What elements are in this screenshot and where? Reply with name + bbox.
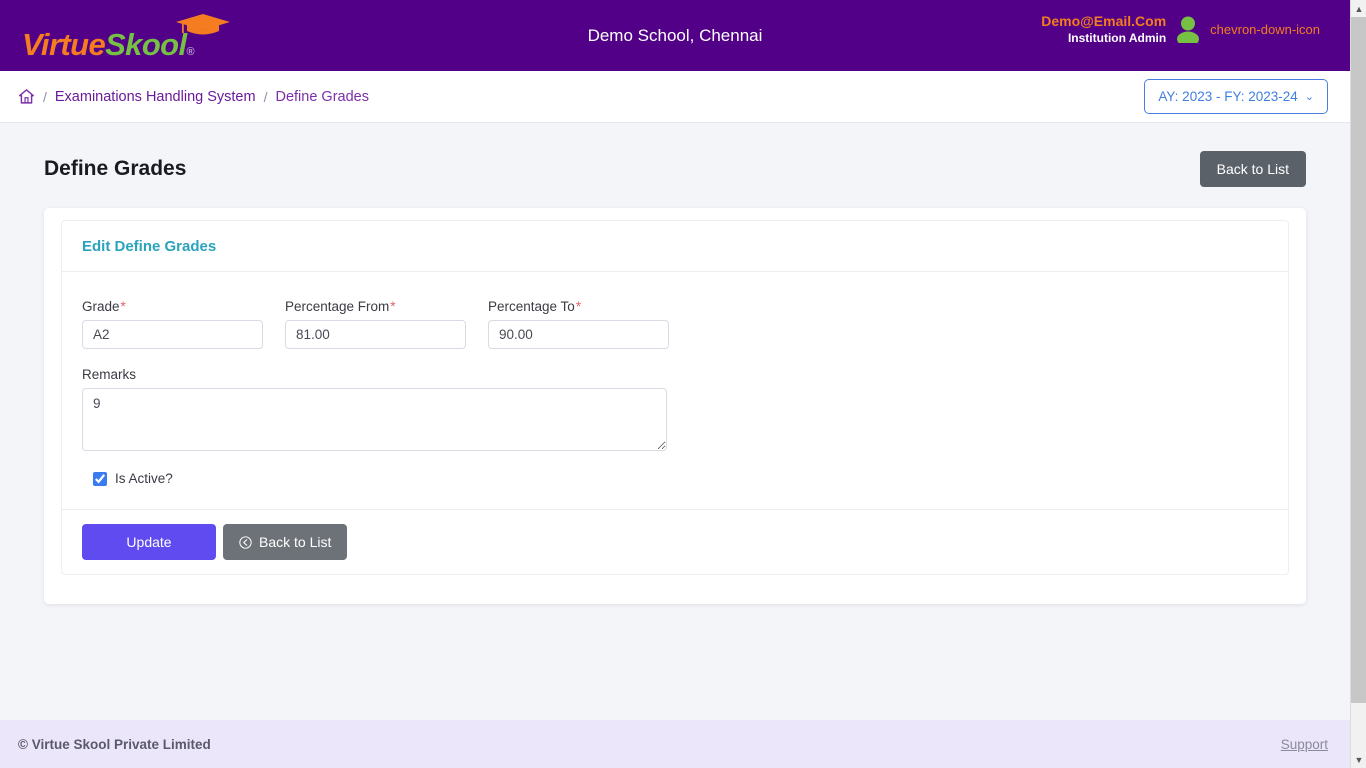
chevron-down-icon[interactable]: chevron-down-icon (1210, 23, 1320, 36)
label-percentage-from: Percentage From* (285, 299, 466, 314)
panel-header: Edit Define Grades (62, 221, 1288, 272)
form-outer-card: Edit Define Grades Grade* A2 Percentage … (44, 208, 1306, 604)
edit-define-grades-panel: Edit Define Grades Grade* A2 Percentage … (61, 220, 1289, 575)
is-active-label: Is Active? (115, 471, 173, 486)
breadcrumb-item-define-grades: Define Grades (275, 88, 369, 105)
breadcrumb: / Examinations Handling System / Define … (18, 88, 369, 105)
grade-input[interactable] (82, 320, 263, 349)
field-percentage-to: Percentage To* (488, 299, 669, 349)
scrollbar-thumb[interactable] (1351, 17, 1366, 703)
logo-text-virtue: Virtue (22, 27, 106, 62)
percentage-from-input[interactable] (285, 320, 466, 349)
page-scrollbar[interactable]: ▲ ▼ (1350, 0, 1366, 768)
user-role-label: Institution Admin (1067, 30, 1167, 45)
field-row-grade: Grade* Percentage From* (82, 299, 1268, 349)
required-asterisk: * (575, 299, 582, 314)
label-percentage-to-text: Percentage To (488, 299, 575, 314)
label-grade-text: Grade (82, 299, 120, 314)
page-header: Define Grades Back to List (44, 151, 1306, 187)
page-title: Define Grades (44, 157, 187, 180)
remarks-textarea[interactable]: 9 (82, 388, 667, 451)
page-root: VirtueSkool® Demo School, Chennai Demo@E… (0, 0, 1350, 768)
user-email-label: Demo@Email.Com (1041, 13, 1167, 29)
field-percentage-from: Percentage From* (285, 299, 466, 349)
is-active-row[interactable]: Is Active? (93, 471, 1268, 486)
panel-footer: Update Back to List (62, 509, 1288, 574)
scrollbar-down-arrow[interactable]: ▼ (1351, 751, 1366, 768)
required-asterisk: * (120, 299, 126, 314)
support-link[interactable]: Support (1281, 737, 1328, 752)
percentage-to-input[interactable] (488, 320, 669, 349)
circle-arrow-left-icon (239, 535, 252, 549)
user-info-text: Demo@Email.Com Institution Admin (1041, 13, 1166, 46)
browser-viewport: VirtueSkool® Demo School, Chennai Demo@E… (0, 0, 1366, 768)
is-active-checkbox[interactable] (93, 471, 107, 486)
update-button[interactable]: Update (82, 524, 216, 560)
panel-title: Edit Define Grades (82, 238, 217, 255)
top-header-bar: VirtueSkool® Demo School, Chennai Demo@E… (0, 0, 1350, 71)
copyright-label: © Virtue Skool Private Limited (18, 736, 211, 752)
breadcrumb-separator-1: / (43, 88, 47, 105)
logo-registered-mark: ® (186, 46, 195, 58)
main-content: Define Grades Back to List Edit Define G… (0, 123, 1350, 720)
academic-year-selector[interactable]: AY: 2023 - FY: 2023-24 ⌄ (1144, 79, 1328, 114)
form-body: Grade* Percentage From* (62, 272, 1288, 509)
field-grade: Grade* (82, 299, 263, 349)
academic-year-label: AY: 2023 - FY: 2023-24 (1158, 89, 1298, 104)
scrollbar-up-arrow[interactable]: ▲ (1351, 0, 1366, 17)
breadcrumb-separator-2: / (263, 88, 268, 105)
required-asterisk: * (390, 299, 396, 314)
user-avatar-icon[interactable] (1175, 15, 1201, 44)
form-action-buttons: Update Back to List (82, 524, 1268, 560)
brand-logo[interactable]: VirtueSkool® (22, 12, 230, 62)
field-remarks: Remarks 9 (82, 367, 1268, 451)
user-account-area[interactable]: Demo@Email.Com Institution Admin chevron… (1041, 13, 1320, 46)
chevron-down-icon: ⌄ (1304, 91, 1314, 103)
label-percentage-to: Percentage To* (488, 299, 669, 314)
back-to-list-top-button[interactable]: Back to List (1199, 151, 1306, 187)
back-to-list-label: Back to List (259, 534, 332, 550)
label-grade: Grade* (82, 299, 263, 314)
page-footer: © Virtue Skool Private Limited Support (0, 720, 1350, 768)
breadcrumb-bar: / Examinations Handling System / Define … (0, 71, 1350, 123)
logo-wordmark: VirtueSkool® (22, 14, 230, 62)
label-percentage-from-text: Percentage From (285, 299, 390, 314)
breadcrumb-item-examinations-handling-system[interactable]: Examinations Handling System (55, 89, 256, 105)
label-remarks: Remarks (82, 367, 137, 382)
home-icon[interactable] (18, 88, 35, 105)
back-to-list-button[interactable]: Back to List (223, 524, 348, 560)
graduation-cap-icon (176, 14, 230, 35)
